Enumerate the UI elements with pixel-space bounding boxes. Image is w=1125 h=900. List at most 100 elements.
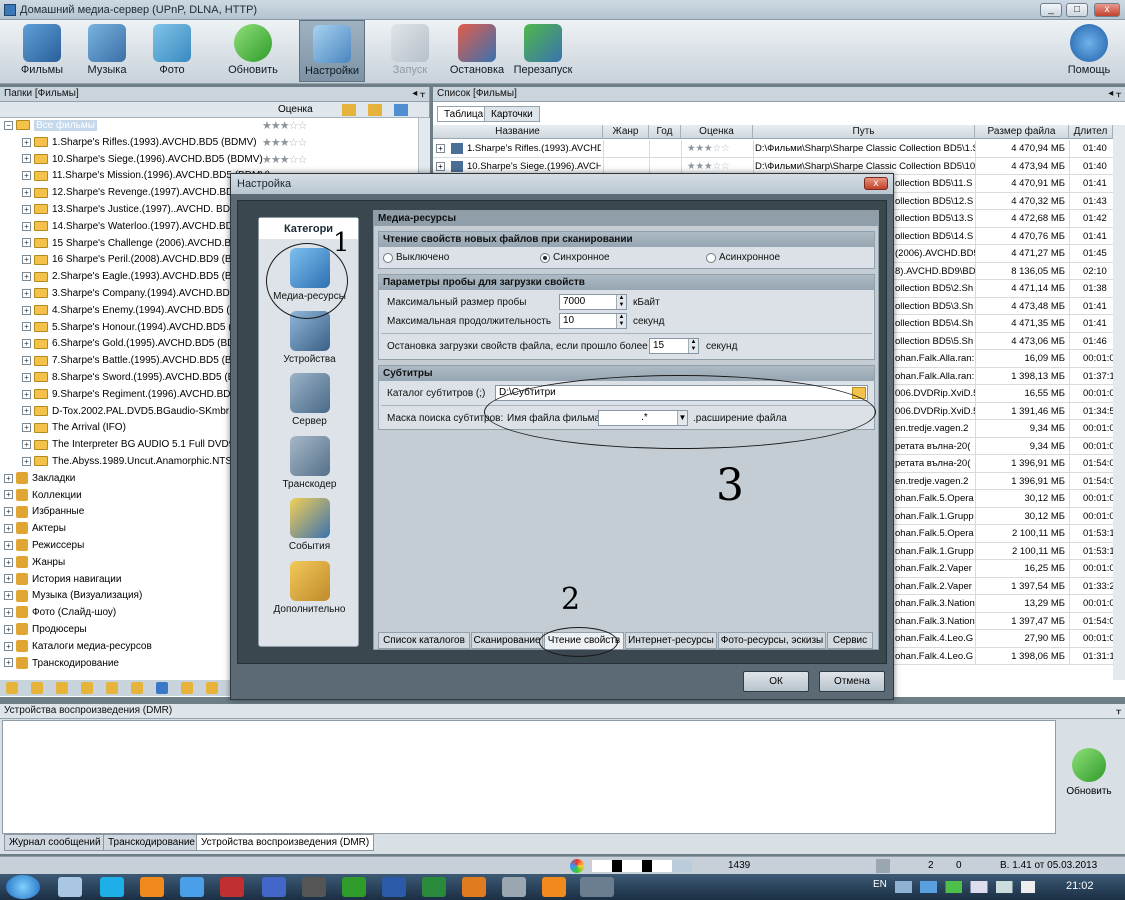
- column-header[interactable]: Оценка: [681, 125, 753, 139]
- app-icon-dark[interactable]: [302, 877, 326, 897]
- expand-icon[interactable]: +: [4, 574, 13, 584]
- network-app-icon[interactable]: [502, 877, 526, 897]
- refresh-icon[interactable]: [181, 682, 193, 694]
- filter-icon[interactable]: [342, 104, 356, 116]
- minimize-button[interactable]: _: [1040, 3, 1062, 17]
- list-scrollbar[interactable]: [1113, 125, 1125, 680]
- tab-photo-resources[interactable]: Фото-ресурсы, эскизы: [718, 632, 826, 649]
- expand-icon[interactable]: +: [4, 540, 13, 550]
- tab-transcoding[interactable]: Транскодирование: [103, 834, 200, 851]
- expand-icon[interactable]: +: [4, 641, 13, 651]
- close-button[interactable]: x: [1094, 3, 1120, 17]
- app-icon-red[interactable]: [220, 877, 244, 897]
- expand-icon[interactable]: +: [22, 204, 31, 214]
- expand-icon[interactable]: +: [4, 658, 13, 668]
- rating-stars[interactable]: ★★★☆☆: [687, 158, 730, 175]
- expand-icon[interactable]: +: [22, 322, 31, 332]
- radio-async[interactable]: [706, 253, 716, 263]
- collapse-icon[interactable]: −: [4, 120, 13, 130]
- vlc-icon[interactable]: [542, 877, 566, 897]
- max-duration-spinner[interactable]: ▲ ▼: [616, 314, 626, 328]
- tab-cards[interactable]: Карточки: [484, 106, 540, 122]
- tab-catalog-list[interactable]: Список каталогов: [378, 632, 470, 649]
- max-duration-input[interactable]: 10 ▲ ▼: [559, 313, 627, 329]
- bookmark-icon[interactable]: [106, 682, 118, 694]
- column-header[interactable]: Год: [649, 125, 681, 139]
- excel-icon[interactable]: [422, 877, 446, 897]
- star-icon[interactable]: [6, 682, 18, 694]
- skype-icon[interactable]: [100, 877, 124, 897]
- dmr-device-list[interactable]: [2, 720, 1056, 834]
- rating-stars[interactable]: ★★★☆☆: [262, 118, 307, 135]
- maximize-button[interactable]: □: [1066, 3, 1088, 17]
- expand-icon[interactable]: +: [4, 557, 13, 567]
- tree-root[interactable]: − Все фильмы ★★★☆☆: [0, 118, 418, 135]
- expand-icon[interactable]: +: [22, 372, 31, 382]
- category-server[interactable]: Сервер: [259, 373, 360, 427]
- radio-off[interactable]: [383, 253, 393, 263]
- expand-icon[interactable]: +: [22, 137, 31, 147]
- expand-icon[interactable]: +: [436, 161, 445, 171]
- utorrent-icon[interactable]: [342, 877, 366, 897]
- category-events[interactable]: События: [259, 498, 360, 552]
- tree-film-item[interactable]: +1.Sharpe's Rifles.(1993).AVCHD.BD5 (BDM…: [0, 135, 418, 152]
- tab-internet-resources[interactable]: Интернет-ресурсы: [625, 632, 717, 649]
- folder-icon[interactable]: [56, 682, 68, 694]
- expand-icon[interactable]: +: [22, 423, 31, 433]
- save-icon[interactable]: [156, 682, 168, 694]
- expand-icon[interactable]: +: [22, 255, 31, 265]
- column-header[interactable]: Размер файла: [975, 125, 1069, 139]
- expand-icon[interactable]: +: [4, 490, 13, 500]
- settings-button[interactable]: Настройки: [299, 20, 365, 82]
- bookmark-remove-icon[interactable]: [131, 682, 143, 694]
- pin-icon[interactable]: ᚁ: [1116, 704, 1121, 718]
- folder-add-icon[interactable]: [31, 682, 43, 694]
- help-button[interactable]: Помощь: [1060, 20, 1118, 82]
- expand-icon[interactable]: +: [4, 507, 13, 517]
- display-mode-icons[interactable]: [592, 860, 692, 872]
- start-menu-icon[interactable]: [6, 875, 40, 899]
- expand-icon[interactable]: +: [4, 624, 13, 634]
- refresh-button[interactable]: Обновить: [222, 20, 284, 82]
- tab-service[interactable]: Сервис: [827, 632, 873, 649]
- expand-icon[interactable]: +: [22, 440, 31, 449]
- tab-message-log[interactable]: Журнал сообщений: [4, 834, 106, 851]
- max-probe-input[interactable]: 7000 ▲ ▼: [559, 294, 627, 310]
- stop-loading-spinner[interactable]: ▲ ▼: [688, 339, 698, 353]
- expand-icon[interactable]: +: [4, 523, 13, 533]
- sort-icon[interactable]: [368, 104, 382, 116]
- expand-icon[interactable]: +: [4, 473, 13, 483]
- expand-icon[interactable]: +: [22, 154, 31, 164]
- dialog-close-button[interactable]: x: [864, 177, 888, 190]
- expand-icon[interactable]: +: [22, 188, 31, 198]
- expand-icon[interactable]: +: [22, 221, 31, 231]
- expand-icon[interactable]: +: [22, 238, 31, 248]
- color-icon[interactable]: [570, 859, 584, 873]
- ok-button[interactable]: ОК: [743, 671, 809, 692]
- max-probe-spinner[interactable]: ▲ ▼: [616, 295, 626, 309]
- photo-button[interactable]: Фото: [143, 20, 201, 82]
- expand-icon[interactable]: +: [4, 607, 13, 617]
- tab-dmr[interactable]: Устройства воспроизведения (DMR): [196, 834, 375, 851]
- language-indicator[interactable]: EN: [873, 879, 887, 890]
- column-header[interactable]: Жанр: [603, 125, 649, 139]
- radio-sync[interactable]: [540, 253, 550, 263]
- columns-icon[interactable]: [394, 104, 408, 116]
- stop-loading-input[interactable]: 15 ▲ ▼: [649, 338, 699, 354]
- pin-icon[interactable]: ◂ ᚁ: [412, 87, 425, 101]
- word-icon[interactable]: [382, 877, 406, 897]
- expand-icon[interactable]: +: [22, 356, 31, 366]
- tab-table[interactable]: Таблица: [437, 106, 491, 122]
- expand-icon[interactable]: +: [22, 171, 31, 181]
- tab-scanning[interactable]: Сканирование: [471, 632, 543, 649]
- expand-icon[interactable]: +: [22, 288, 31, 298]
- category-advanced[interactable]: Дополнительно: [259, 560, 360, 615]
- table-row[interactable]: +1.Sharpe's Rifles.(1993).AVCHD.BD5 ★★★☆☆…: [433, 140, 1125, 158]
- music-button[interactable]: Музыка: [78, 20, 136, 82]
- rating-stars[interactable]: ★★★☆☆: [262, 135, 307, 152]
- start-button[interactable]: Запуск: [382, 20, 438, 82]
- media-player-icon[interactable]: [140, 877, 164, 897]
- expand-icon[interactable]: +: [22, 456, 31, 466]
- expand-icon[interactable]: +: [22, 272, 31, 282]
- tag-icon[interactable]: [206, 682, 218, 694]
